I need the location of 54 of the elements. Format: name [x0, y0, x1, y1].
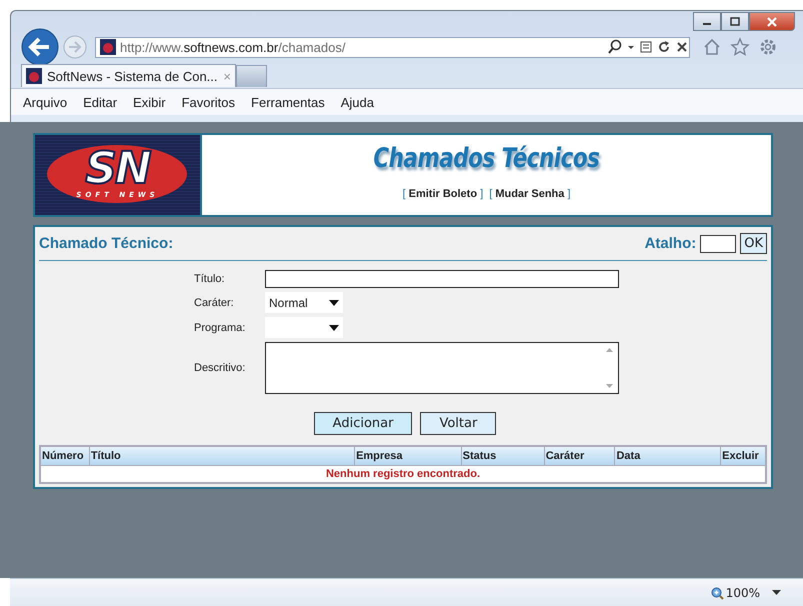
field-label: Descritivo: [194, 362, 246, 374]
minimize-button[interactable] [693, 12, 721, 31]
browser-tab[interactable]: SoftNews - Sistema de Con... × [21, 64, 236, 87]
section-title: Chamado Técnico: [39, 235, 174, 252]
caret-icon[interactable] [772, 590, 781, 596]
input-field[interactable] [265, 270, 619, 288]
empty-message: Nenhum registro encontrado. [40, 466, 766, 483]
home-icon[interactable] [702, 37, 722, 57]
bracket: [ [489, 188, 492, 200]
column-header: Caráter [544, 446, 615, 466]
close-icon [766, 16, 778, 26]
caret-icon [329, 324, 339, 332]
header-link[interactable]: Mudar Senha [495, 188, 564, 200]
column-header: Excluir [720, 446, 766, 466]
column-header: Status [461, 446, 544, 466]
menu-item[interactable]: Favoritos [174, 94, 244, 110]
bracket: [ [402, 188, 406, 200]
maximize-button[interactable] [721, 12, 749, 31]
column-header: Título [89, 446, 355, 466]
magnifier-icon [710, 586, 724, 600]
dropdown[interactable]: Normal [265, 292, 343, 313]
refresh-icon[interactable] [657, 39, 671, 55]
site-favicon-icon [26, 68, 42, 84]
menu-item[interactable]: Arquivo [15, 94, 76, 110]
star-icon[interactable] [730, 37, 750, 57]
column-header: Empresa [354, 446, 462, 466]
menu-item[interactable]: Ferramentas [243, 94, 333, 110]
settings-icon[interactable] [758, 37, 778, 57]
maximize-icon [730, 17, 740, 26]
back-button[interactable] [21, 28, 59, 66]
bracket: ] [480, 188, 484, 200]
menu-item[interactable]: Ajuda [332, 94, 382, 110]
column-header: Data [614, 446, 721, 466]
header-link[interactable]: Emitir Boleto [408, 188, 478, 200]
compatibility-icon[interactable] [639, 39, 653, 55]
address-bar[interactable]: http://www.softnews.com.br/chamados/ [95, 36, 690, 58]
menu-item[interactable]: Editar [75, 94, 126, 110]
shortcut-field[interactable] [700, 234, 736, 252]
page-title: Chamados Técnicos [374, 143, 600, 174]
bracket: ] [567, 188, 571, 200]
ok-button[interactable]: OK [740, 233, 767, 254]
field-label: Caráter: [194, 296, 235, 308]
site-favicon-icon [100, 39, 116, 55]
field-label: Programa: [194, 322, 246, 334]
search-icon[interactable] [607, 39, 623, 55]
menu-item[interactable]: Exibir [125, 94, 174, 110]
caret-icon [329, 298, 339, 306]
form-button[interactable]: Adicionar [314, 412, 412, 435]
field-label: Atalho: [644, 235, 696, 252]
zoom-level[interactable]: 100% [710, 586, 760, 600]
column-header: Número [40, 446, 90, 466]
close-button[interactable] [749, 12, 795, 31]
field-label: Título: [194, 273, 226, 285]
form-button[interactable]: Voltar [420, 412, 496, 435]
